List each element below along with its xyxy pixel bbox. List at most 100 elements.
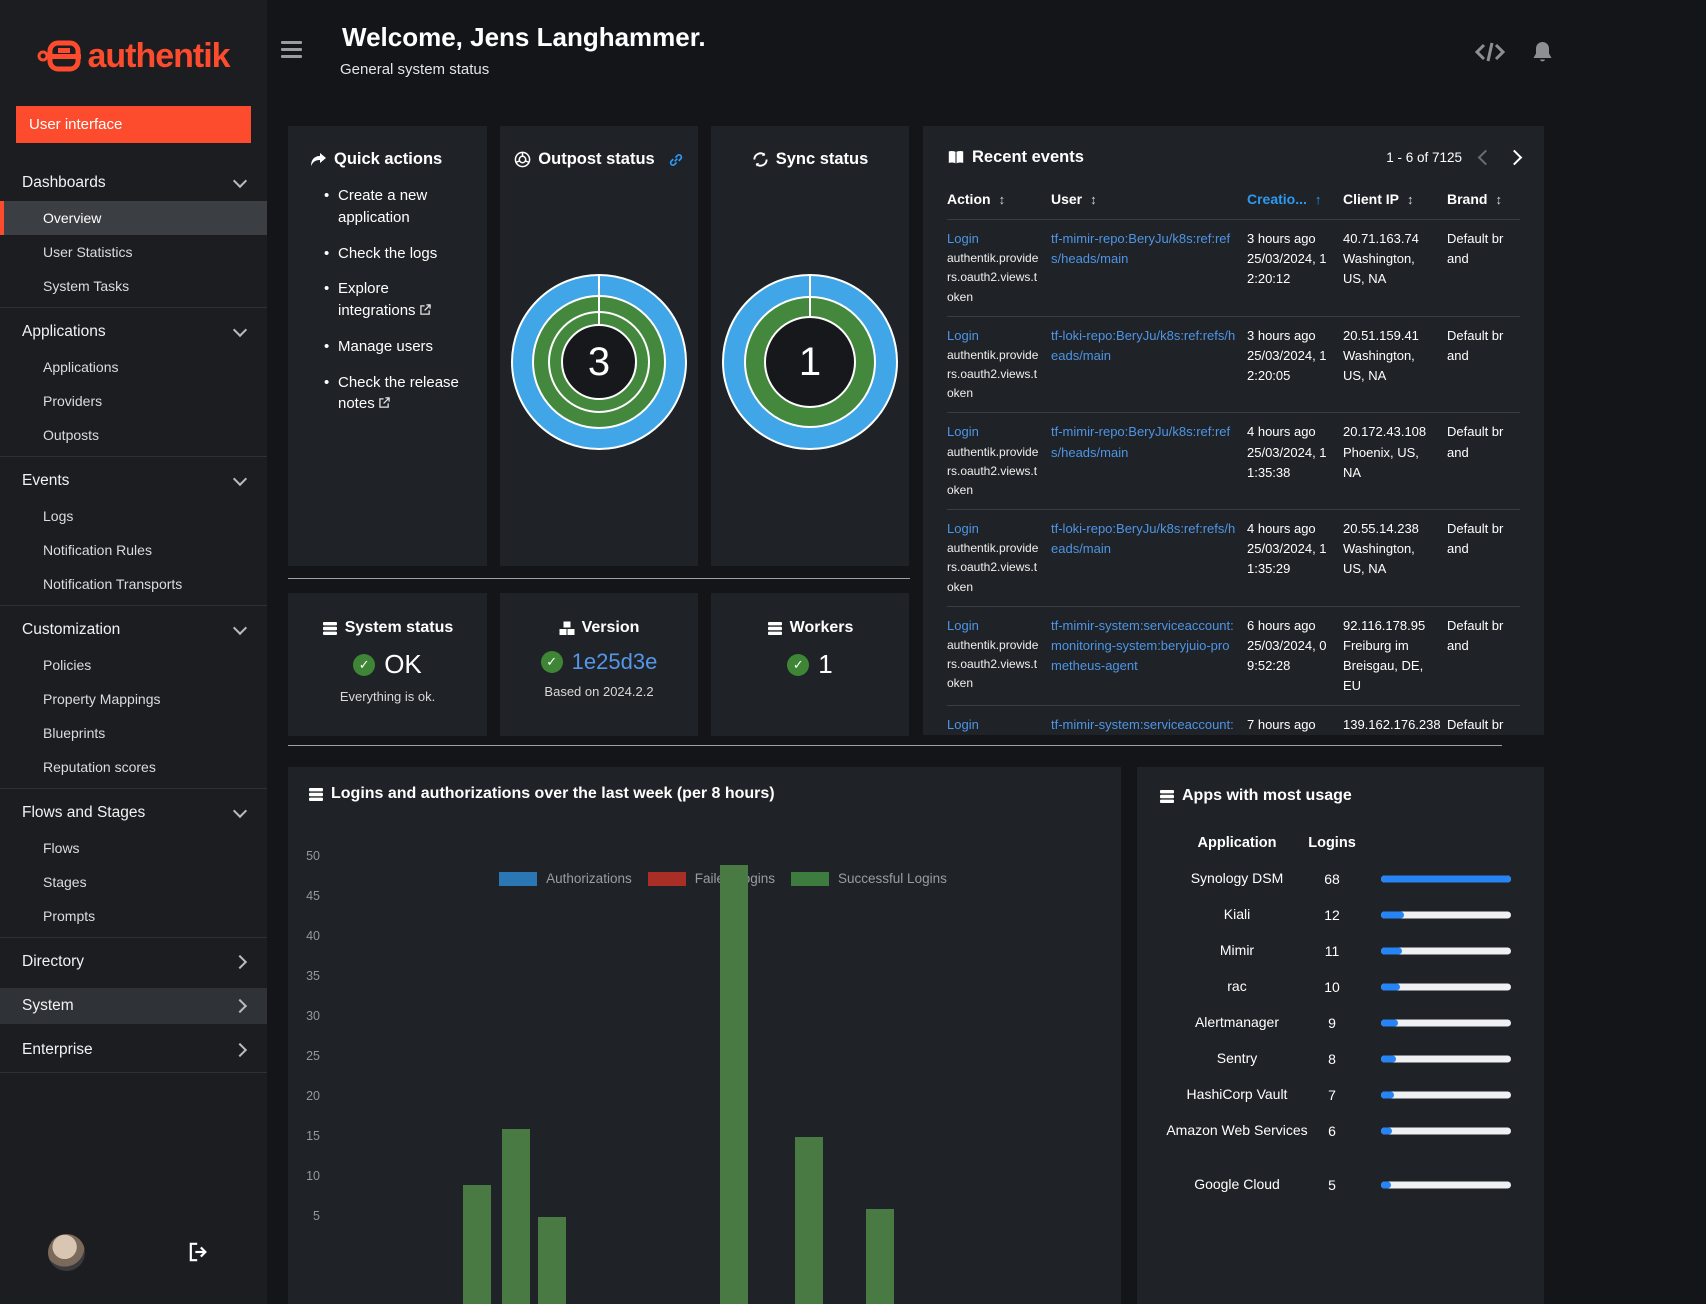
quick-action-explore-integrations[interactable]: Explore integrations bbox=[324, 278, 469, 322]
app-login-count: 5 bbox=[1328, 1177, 1336, 1193]
event-context: authentik.providers.oauth2.views.token bbox=[947, 637, 1039, 691]
column-header-brand[interactable]: Brand ↕ bbox=[1447, 191, 1520, 207]
logout-icon[interactable] bbox=[188, 1242, 210, 1262]
sidebar-section-directory[interactable]: Directory bbox=[0, 944, 267, 980]
donut-center: 3 bbox=[561, 324, 637, 400]
legend-label: Authorizations bbox=[546, 871, 632, 886]
sidebar-section-applications[interactable]: Applications bbox=[0, 314, 267, 350]
sidebar-item-providers[interactable]: Providers bbox=[0, 384, 267, 418]
app-login-count: 11 bbox=[1324, 943, 1340, 959]
sidebar-section-enterprise[interactable]: Enterprise bbox=[0, 1032, 267, 1068]
event-row: Login authentik.providers.oauth2.views.to… bbox=[947, 605, 1520, 706]
version-title: Version bbox=[581, 619, 640, 636]
quick-actions-title: Quick actions bbox=[334, 150, 443, 168]
authentik-logo: authentik bbox=[0, 0, 267, 84]
event-time-ago: 3 hours ago bbox=[1247, 231, 1316, 246]
y-axis-tick: 10 bbox=[306, 1169, 320, 1183]
sidebar-section-dashboards[interactable]: Dashboards bbox=[0, 165, 267, 201]
event-row: Login authentik.providers.oauth2.views.to… bbox=[947, 412, 1520, 509]
sort-icon: ↕ bbox=[1090, 191, 1097, 207]
notifications-bell-icon[interactable] bbox=[1531, 40, 1554, 64]
sidebar-item-stages[interactable]: Stages bbox=[0, 865, 267, 899]
event-user-link[interactable]: tf-mimir-system:serviceaccount:monitorin… bbox=[1051, 618, 1234, 673]
sidebar-item-notification-rules[interactable]: Notification Rules bbox=[0, 533, 267, 567]
sidebar-section-events[interactable]: Events bbox=[0, 463, 267, 499]
external-link-chain-icon[interactable] bbox=[668, 152, 684, 168]
pagination-next-icon[interactable] bbox=[1506, 149, 1523, 166]
event-geo: Washington, US, NA bbox=[1343, 251, 1415, 287]
external-link-icon bbox=[378, 397, 390, 408]
api-code-icon[interactable] bbox=[1475, 40, 1505, 64]
column-header-user[interactable]: User ↕ bbox=[1051, 191, 1247, 207]
app-usage-progress-bar bbox=[1381, 1127, 1511, 1135]
event-user-link[interactable]: tf-mimir-repo:BeryJu/k8s:ref:refs/heads/… bbox=[1051, 231, 1230, 266]
quick-action-create-a-new-application[interactable]: Create a new application bbox=[324, 185, 469, 229]
version-value[interactable]: 1e25d3e bbox=[572, 649, 658, 675]
sidebar-item-notification-transports[interactable]: Notification Transports bbox=[0, 567, 267, 601]
event-action-link[interactable]: Login bbox=[947, 424, 979, 439]
quick-action-check-the-release-notes[interactable]: Check the release notes bbox=[324, 372, 469, 416]
sidebar-item-overview[interactable]: Overview bbox=[0, 201, 267, 235]
legend-swatch bbox=[647, 871, 686, 886]
quick-action-manage-users[interactable]: Manage users bbox=[324, 336, 469, 358]
sidebar-item-logs[interactable]: Logs bbox=[0, 499, 267, 533]
sidebar-section-system[interactable]: System bbox=[0, 988, 267, 1024]
sidebar-section-flows-and-stages[interactable]: Flows and Stages bbox=[0, 795, 267, 831]
event-time-ago: 3 hours ago bbox=[1247, 327, 1316, 343]
event-row: Login authentik.providers.oauth2.views.to… bbox=[947, 509, 1520, 606]
workers-card: Workers ✓ 1 bbox=[711, 593, 909, 736]
sidebar-item-blueprints[interactable]: Blueprints bbox=[0, 716, 267, 750]
sidebar-section-customization[interactable]: Customization bbox=[0, 612, 267, 648]
event-client-ip: 20.172.43.108 bbox=[1343, 424, 1427, 440]
version-card: Version ✓ 1e25d3e Based on 2024.2.2 bbox=[500, 593, 698, 736]
bar-successful-logins bbox=[463, 1185, 492, 1304]
sidebar-item-flows[interactable]: Flows bbox=[0, 831, 267, 865]
pagination-prev-icon[interactable] bbox=[1477, 149, 1494, 166]
legend-swatch bbox=[499, 871, 538, 886]
bar-successful-logins bbox=[501, 1129, 530, 1304]
event-action-link[interactable]: Login bbox=[947, 618, 979, 633]
quick-actions-card: Quick actions Create a new application Ch… bbox=[288, 126, 487, 566]
event-geo: Phoenix, US, NA bbox=[1343, 444, 1419, 480]
event-time-ago: 6 hours ago bbox=[1247, 617, 1316, 633]
book-icon bbox=[948, 151, 964, 164]
event-action-link[interactable]: Login bbox=[947, 231, 979, 246]
event-action-link[interactable]: Login bbox=[947, 521, 979, 536]
sidebar-item-policies[interactable]: Policies bbox=[0, 648, 267, 682]
sidebar-item-applications[interactable]: Applications bbox=[0, 350, 267, 384]
app-name: Synology DSM bbox=[1190, 870, 1284, 887]
event-brand: Default brand bbox=[1447, 521, 1504, 557]
column-header-action[interactable]: Action ↕ bbox=[947, 191, 1051, 207]
sidebar-item-prompts[interactable]: Prompts bbox=[0, 899, 267, 933]
user-interface-button[interactable]: User interface bbox=[16, 106, 251, 143]
outpost-status-card: Outpost status 3 bbox=[500, 126, 698, 566]
sidebar-item-outposts[interactable]: Outposts bbox=[0, 418, 267, 452]
event-user-link[interactable]: tf-mimir-repo:BeryJu/k8s:ref:refs/heads/… bbox=[1051, 424, 1230, 459]
sort-icon: ↕ bbox=[998, 191, 1006, 207]
event-action-link[interactable]: Login bbox=[947, 328, 979, 343]
app-usage-progress-bar bbox=[1381, 983, 1511, 991]
recent-events-title: Recent events bbox=[972, 148, 1084, 166]
recent-events-card: Recent events 1 - 6 of 7125 Action ↕ User… bbox=[923, 126, 1544, 735]
quick-action-check-the-logs[interactable]: Check the logs bbox=[324, 243, 469, 265]
event-user-link[interactable]: tf-loki-repo:BeryJu/k8s:ref:refs/heads/m… bbox=[1051, 328, 1235, 363]
sidebar-item-property-mappings[interactable]: Property Mappings bbox=[0, 682, 267, 716]
app-login-count: 6 bbox=[1328, 1123, 1336, 1139]
sidebar-item-system-tasks[interactable]: System Tasks bbox=[0, 269, 267, 303]
event-user-link[interactable]: tf-mimir-system:serviceaccount:monitorin… bbox=[1051, 717, 1234, 735]
sidebar-item-user-statistics[interactable]: User Statistics bbox=[0, 235, 267, 269]
events-table-header: Action ↕ User ↕ Creatio... ↑ Client IP ↕ Bra… bbox=[947, 191, 1520, 219]
sidebar-section-label: Enterprise bbox=[22, 1041, 93, 1058]
event-user-link[interactable]: tf-loki-repo:BeryJu/k8s:ref:refs/heads/m… bbox=[1051, 521, 1235, 556]
menu-icon[interactable] bbox=[281, 41, 302, 58]
chevron-down-icon bbox=[232, 322, 248, 338]
event-action-link[interactable]: Login bbox=[947, 717, 979, 732]
column-header-creation[interactable]: Creatio... ↑ bbox=[1247, 191, 1343, 207]
column-header-client-ip[interactable]: Client IP ↕ bbox=[1343, 191, 1447, 207]
sidebar-item-reputation-scores[interactable]: Reputation scores bbox=[0, 750, 267, 784]
avatar[interactable] bbox=[48, 1234, 85, 1271]
y-axis-tick: 50 bbox=[306, 849, 320, 863]
app-usage-progress-bar bbox=[1381, 875, 1511, 883]
app-root: authentik User interface Dashboards Overv… bbox=[0, 0, 1706, 1304]
event-geo: Washington, US, NA bbox=[1343, 347, 1415, 383]
